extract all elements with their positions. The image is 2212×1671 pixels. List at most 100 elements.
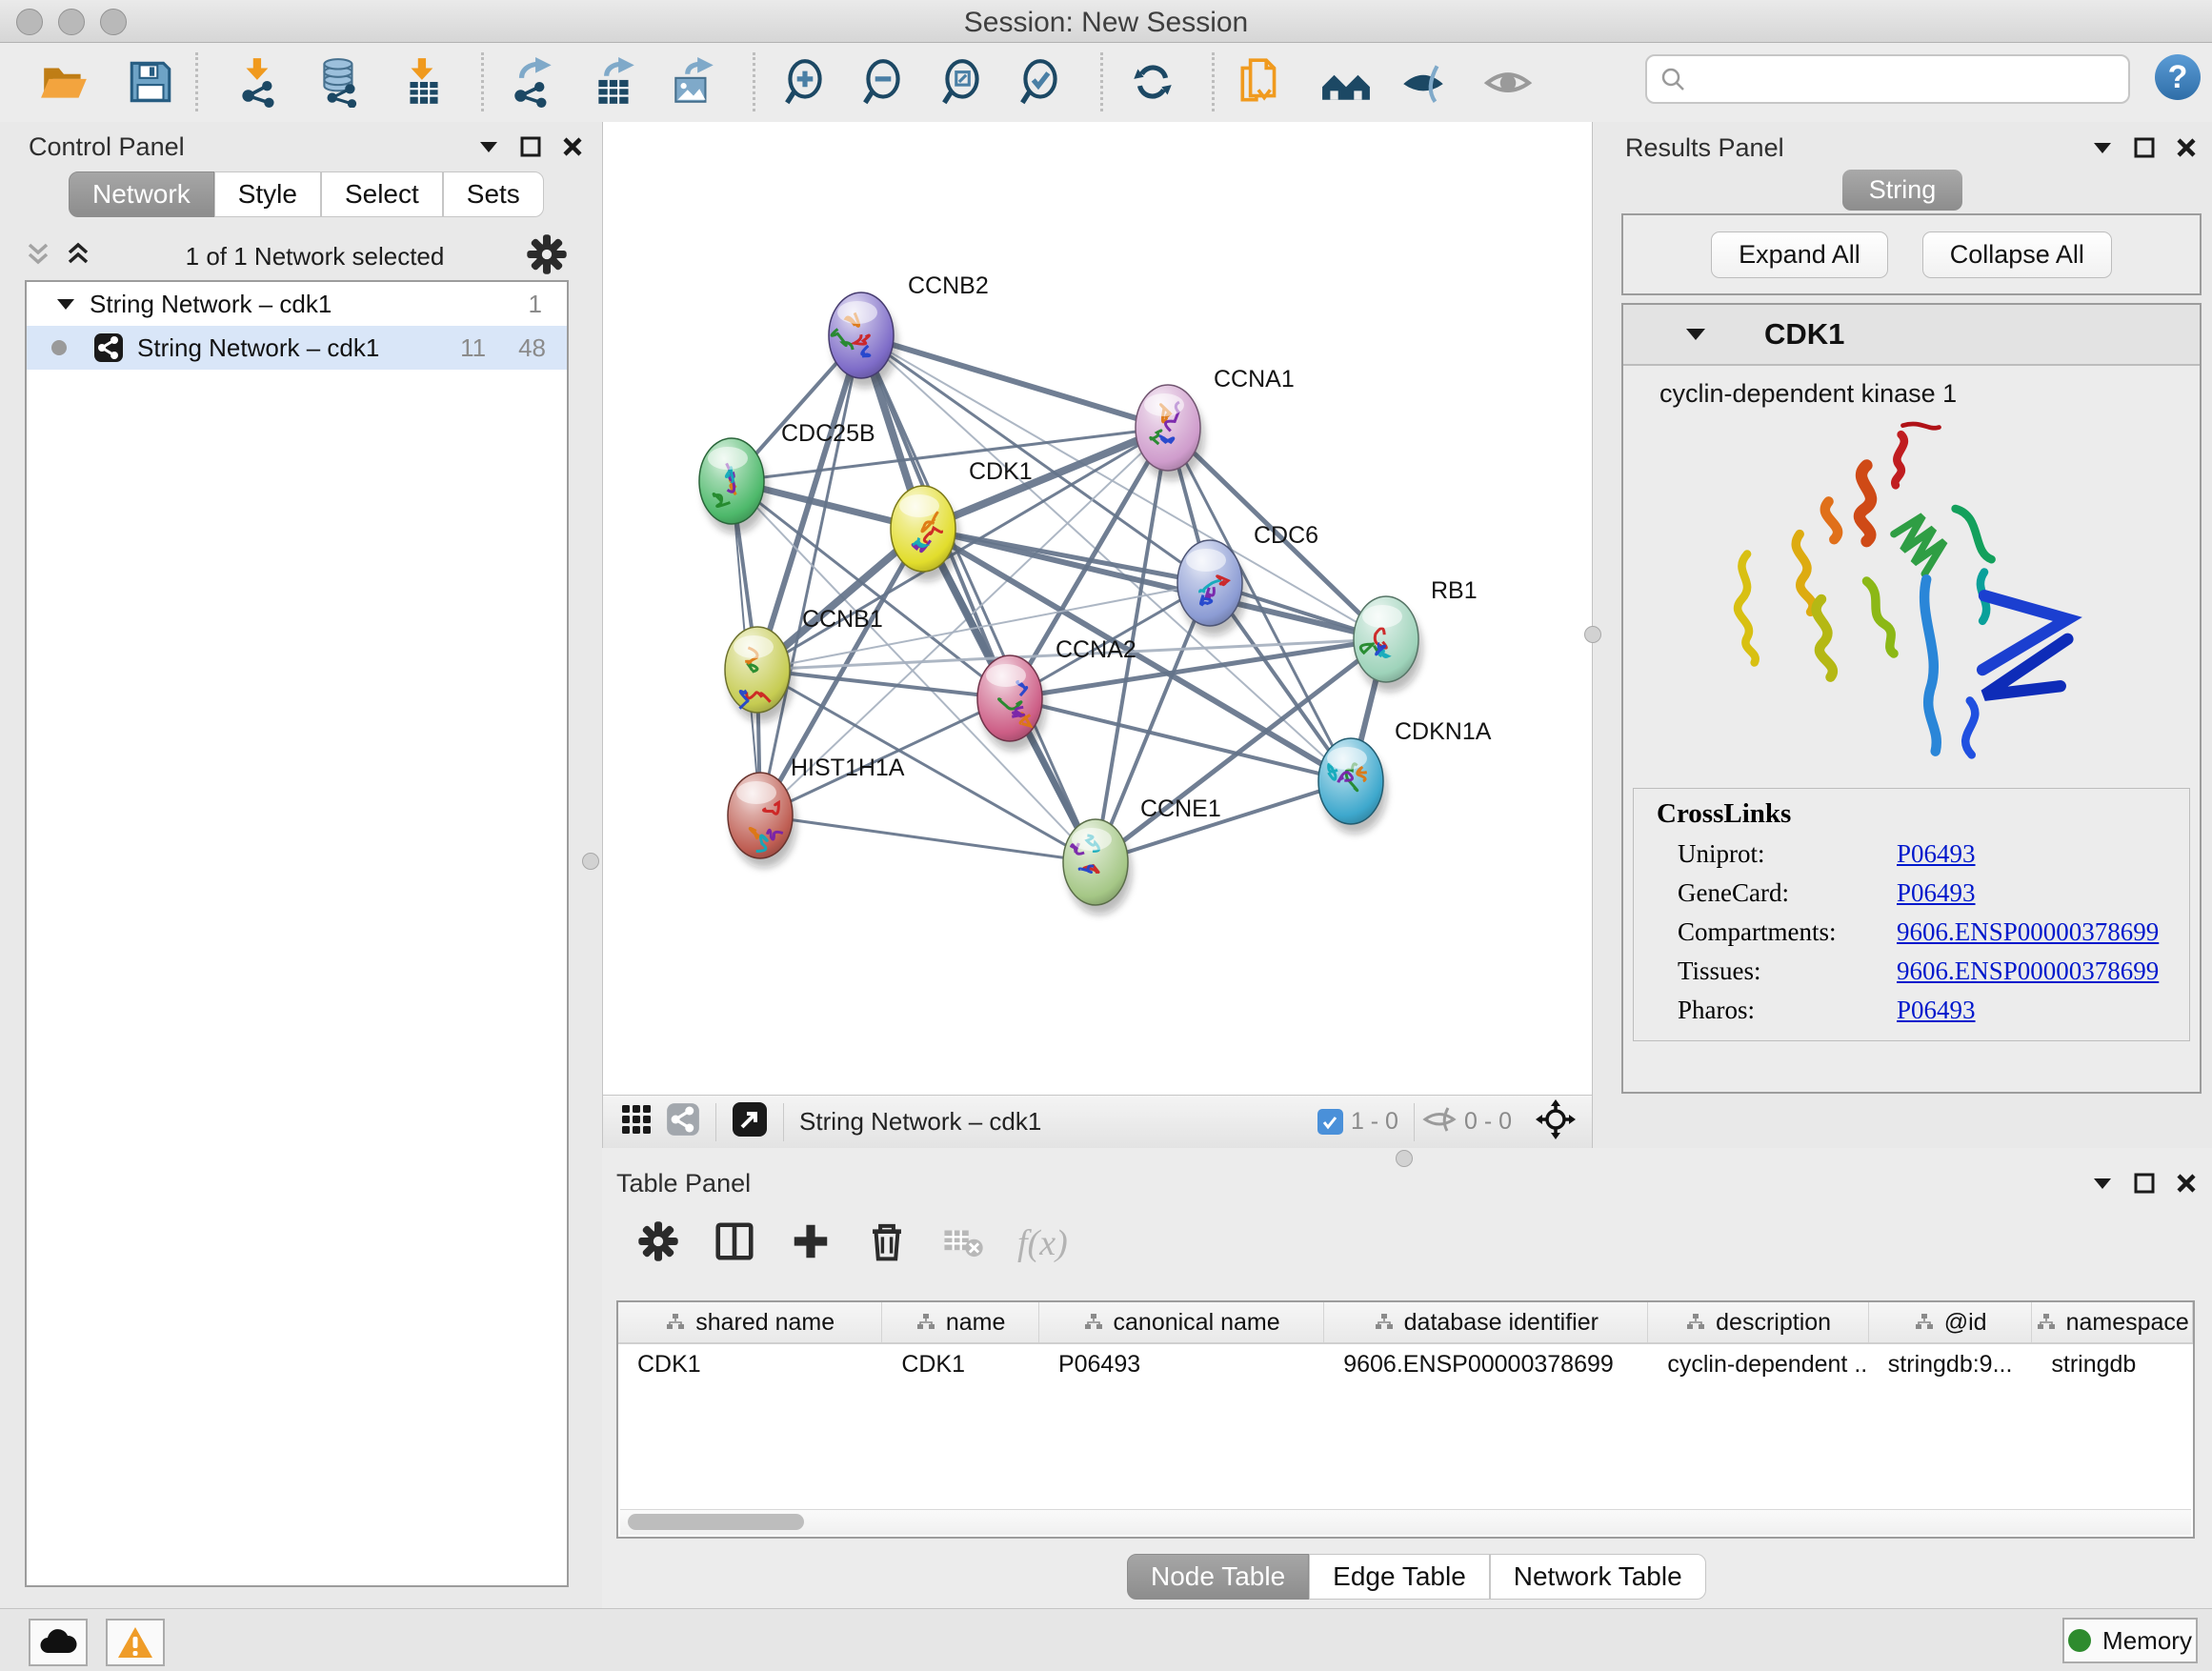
zoom-in-icon[interactable]: [779, 56, 831, 108]
birds-eye-icon[interactable]: [1535, 1098, 1577, 1145]
network-row[interactable]: String Network – cdk1 11 48: [27, 326, 567, 370]
panel-menu-icon[interactable]: [2090, 1171, 2115, 1196]
crosslink-label: Uniprot:: [1678, 839, 1897, 869]
search-input[interactable]: [1695, 59, 2128, 99]
column-header-database-identifier[interactable]: database identifier: [1324, 1302, 1648, 1342]
columns-icon[interactable]: [713, 1219, 756, 1268]
selected-checkbox-icon[interactable]: [1317, 1109, 1343, 1135]
gear-icon[interactable]: [636, 1219, 680, 1263]
left-splitter-handle[interactable]: [582, 853, 599, 870]
table-row[interactable]: CDK1CDK1P064939606.ENSP00000378699cyclin…: [618, 1344, 2193, 1384]
export-image-icon[interactable]: [668, 56, 719, 108]
node-gloss: [708, 447, 748, 470]
panel-menu-icon[interactable]: [2090, 135, 2115, 160]
crosslink-link[interactable]: P06493: [1897, 996, 1976, 1025]
column-header-shared-name[interactable]: shared name: [618, 1302, 882, 1342]
collapse-all-icon[interactable]: [25, 240, 51, 273]
open-file-icon[interactable]: [39, 56, 90, 108]
tab-select[interactable]: Select: [321, 171, 443, 217]
show-all-icon[interactable]: [1482, 56, 1534, 108]
tab-style[interactable]: Style: [214, 171, 321, 217]
zoom-out-icon[interactable]: [857, 56, 909, 108]
column-header-name[interactable]: name: [882, 1302, 1039, 1342]
panel-menu-icon[interactable]: [476, 134, 501, 159]
close-panel-icon[interactable]: [560, 134, 585, 159]
network-label: String Network – cdk1: [137, 333, 460, 363]
protein-group-header[interactable]: CDK1: [1623, 305, 2200, 366]
zoom-fit-icon[interactable]: [936, 56, 988, 108]
network-selection-status: 1 of 1 Network selected: [105, 242, 525, 272]
column-header-description[interactable]: description: [1648, 1302, 1868, 1342]
network-canvas[interactable]: CCNB2CCNA1CDC25BCDK1CDC6RB1CCNB1CCNA2CDK…: [603, 122, 1592, 1096]
close-panel-icon[interactable]: [2174, 135, 2199, 160]
right-splitter-handle[interactable]: [1584, 626, 1601, 643]
save-session-icon[interactable]: [125, 56, 176, 108]
toolbar-separator: [481, 52, 484, 111]
crosslink-link[interactable]: P06493: [1897, 839, 1976, 869]
tab-network[interactable]: Network: [69, 171, 214, 217]
node-gloss: [837, 301, 877, 324]
neighbors-icon[interactable]: [1320, 56, 1372, 108]
import-network-icon[interactable]: [233, 56, 285, 108]
network-collection-row[interactable]: String Network – cdk1 1: [27, 282, 567, 326]
crosslink-link[interactable]: P06493: [1897, 878, 1976, 908]
network-edge[interactable]: [757, 670, 1010, 698]
float-panel-icon[interactable]: [2132, 1171, 2157, 1196]
bottom-splitter-handle[interactable]: [1396, 1150, 1413, 1167]
warning-status-button[interactable]: [106, 1619, 165, 1666]
gear-icon[interactable]: [525, 232, 569, 276]
network-options-gear-icon[interactable]: [525, 232, 569, 281]
zoom-selected-icon[interactable]: [1015, 56, 1066, 108]
tab-edge-table[interactable]: Edge Table: [1309, 1554, 1490, 1600]
float-panel-icon[interactable]: [2132, 135, 2157, 160]
tab-sets[interactable]: Sets: [443, 171, 544, 217]
tab-string[interactable]: String: [1842, 170, 1963, 211]
delete-trash-icon[interactable]: [865, 1219, 909, 1268]
crosslink-link[interactable]: 9606.ENSP00000378699: [1897, 917, 2159, 947]
column-header-@id[interactable]: @id: [1869, 1302, 2033, 1342]
delete-table-icon: [941, 1219, 985, 1268]
crosslink-row: Uniprot:P06493: [1678, 839, 2189, 869]
hide-selected-icon[interactable]: [1398, 56, 1449, 108]
expand-triangle-icon[interactable]: [55, 295, 76, 312]
node-table: shared namenamecanonical namedatabase id…: [616, 1300, 2195, 1539]
expand-all-icon[interactable]: [65, 240, 91, 273]
application-window: Session: New Session: [0, 0, 2212, 1671]
cloud-status-button[interactable]: [29, 1619, 88, 1666]
export-network-icon[interactable]: [508, 56, 559, 108]
table-settings-gear-icon[interactable]: [636, 1219, 680, 1268]
add-column-icon[interactable]: [789, 1219, 833, 1268]
column-header-canonical-name[interactable]: canonical name: [1039, 1302, 1324, 1342]
help-button[interactable]: ?: [2155, 54, 2201, 100]
collapse-all-button[interactable]: Collapse All: [1922, 232, 2112, 278]
import-table-icon[interactable]: [398, 56, 450, 108]
detach-view-icon[interactable]: [732, 1101, 768, 1142]
network-edge[interactable]: [861, 335, 1096, 862]
table-horizontal-scrollbar: [620, 1509, 2191, 1535]
scrollbar-thumb[interactable]: [628, 1514, 804, 1530]
network-list-view-icon[interactable]: [666, 1102, 700, 1141]
crosslink-link[interactable]: 9606.ENSP00000378699: [1897, 956, 2159, 986]
network-edge[interactable]: [760, 815, 1096, 862]
documents-icon[interactable]: [1235, 56, 1286, 108]
import-network-from-database-icon[interactable]: [314, 56, 366, 108]
network-view-toolbar: String Network – cdk1 1 - 0 0 - 0: [603, 1095, 1592, 1148]
column-header-namespace[interactable]: namespace: [2032, 1302, 2193, 1342]
network-edge[interactable]: [1096, 781, 1351, 862]
hidden-count-badge: 0 - 0: [1464, 1108, 1512, 1136]
tab-node-table[interactable]: Node Table: [1127, 1554, 1309, 1600]
network-selection-bar: 1 of 1 Network selected: [25, 234, 569, 278]
expand-all-button[interactable]: Expand All: [1711, 232, 1888, 278]
memory-button[interactable]: Memory: [2062, 1618, 2198, 1663]
network-edge[interactable]: [760, 335, 861, 815]
float-panel-icon[interactable]: [518, 134, 543, 159]
network-edge[interactable]: [861, 335, 1386, 639]
export-table-icon[interactable]: [589, 56, 640, 108]
collapse-triangle-icon[interactable]: [1684, 325, 1707, 344]
network-edge[interactable]: [861, 335, 1168, 428]
grid-view-icon[interactable]: [620, 1103, 653, 1140]
table-panel-title: Table Panel: [616, 1169, 751, 1198]
tab-network-table[interactable]: Network Table: [1490, 1554, 1706, 1600]
refresh-icon[interactable]: [1127, 56, 1178, 108]
close-panel-icon[interactable]: [2174, 1171, 2199, 1196]
